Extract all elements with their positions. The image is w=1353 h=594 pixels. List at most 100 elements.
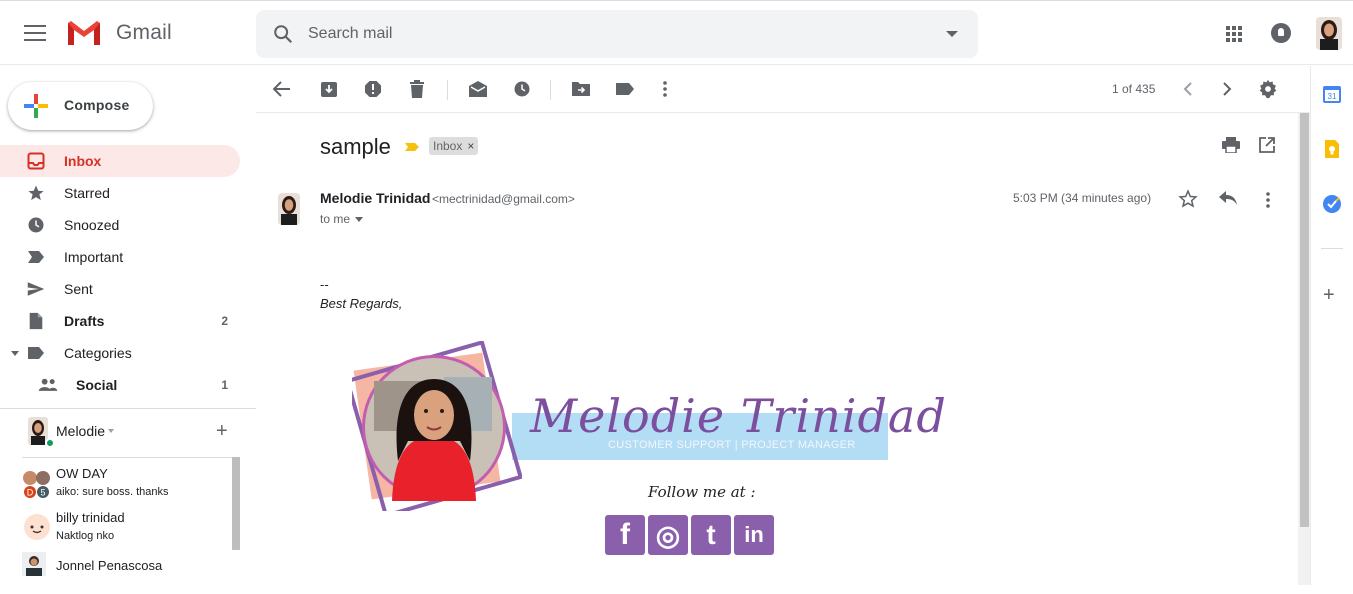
keep-icon[interactable]: [1322, 139, 1342, 159]
hangouts-chat-list: D 5 OW DAY aiko: sure boss. thanks billy…: [22, 457, 240, 585]
contact-avatar: [22, 512, 52, 542]
signature-name: Melodie Trinidad: [530, 389, 947, 443]
calendar-icon[interactable]: 31: [1322, 84, 1342, 104]
email-subject: sample: [320, 134, 391, 159]
gmail-m-icon: [68, 21, 100, 45]
chat-item[interactable]: billy trinidad Naktlog nko: [22, 504, 232, 548]
gmail-logo[interactable]: Gmail: [66, 19, 172, 47]
report-spam-icon[interactable]: [363, 79, 383, 99]
labels-icon[interactable]: [615, 79, 635, 99]
sender-name[interactable]: Melodie Trinidad: [320, 190, 430, 206]
settings-gear-icon[interactable]: [1258, 79, 1278, 99]
nav-list: Inbox Starred Snoozed Important Sent Dra…: [0, 145, 240, 401]
nav-item-inbox[interactable]: Inbox: [0, 145, 240, 177]
move-to-icon[interactable]: [571, 79, 591, 99]
nav-item-starred[interactable]: Starred: [0, 177, 240, 209]
important-marker-icon[interactable]: [404, 142, 420, 152]
app-name: Gmail: [116, 21, 172, 44]
toolbar-separator: [550, 80, 551, 100]
svg-text:D: D: [27, 488, 34, 498]
clock-icon: [26, 215, 46, 235]
more-options-icon[interactable]: [655, 79, 675, 99]
nav-label: Snoozed: [64, 217, 120, 233]
compose-plus-icon: [24, 94, 48, 118]
status-dropdown-icon[interactable]: [108, 429, 114, 433]
toolbar-separator: [447, 80, 448, 100]
back-arrow-icon[interactable]: [272, 79, 292, 99]
notifications-icon[interactable]: [1271, 23, 1291, 43]
message-more-icon[interactable]: [1266, 192, 1270, 208]
search-options-icon[interactable]: [946, 31, 958, 37]
online-status-icon: [45, 438, 55, 448]
message-view: sample Inbox × Melodie Trinidad <mectrin…: [256, 113, 1298, 585]
search-bar[interactable]: [256, 10, 978, 58]
archive-icon[interactable]: [319, 79, 339, 99]
expand-arrow-icon[interactable]: [11, 351, 19, 356]
nav-item-drafts[interactable]: Drafts 2: [0, 305, 240, 337]
chat-list-scrollbar[interactable]: [232, 457, 240, 550]
chat-item[interactable]: Jonnel Penascosa: [22, 550, 232, 594]
twitter-icon[interactable]: t: [691, 515, 731, 555]
search-icon[interactable]: [272, 23, 294, 45]
compose-label: Compose: [64, 97, 130, 113]
tasks-icon[interactable]: [1322, 194, 1342, 214]
signature-photo: [344, 339, 524, 519]
email-signature: Melodie Trinidad CUSTOMER SUPPORT | PROJ…: [344, 339, 946, 571]
snooze-icon[interactable]: [512, 79, 532, 99]
reply-icon[interactable]: [1218, 189, 1238, 207]
delete-icon[interactable]: [407, 79, 427, 99]
mark-unread-icon[interactable]: [468, 79, 488, 99]
hangouts-user-name[interactable]: Melodie: [56, 423, 105, 439]
print-icon[interactable]: [1222, 137, 1240, 153]
get-addons-icon[interactable]: +: [1323, 284, 1335, 307]
chat-name: billy trinidad: [56, 510, 125, 525]
nav-label: Starred: [64, 185, 110, 201]
nav-item-social[interactable]: Social 1: [0, 369, 240, 401]
rail-separator: [1321, 248, 1343, 249]
message-scrollbar[interactable]: [1298, 113, 1310, 585]
svg-text:5: 5: [40, 488, 45, 498]
chat-name: OW DAY: [56, 466, 108, 481]
chat-message: Naktlog nko: [56, 530, 115, 542]
label-chip-text: Inbox: [433, 139, 463, 153]
nav-label: Drafts: [64, 313, 105, 329]
recipient-caret-icon[interactable]: [355, 217, 364, 223]
side-panel-rail: 31 +: [1310, 66, 1353, 585]
message-toolbar: 1 of 435: [256, 66, 1310, 113]
scrollbar-thumb[interactable]: [1300, 113, 1309, 527]
nav-label: Sent: [64, 281, 93, 297]
new-conversation-icon[interactable]: +: [216, 420, 228, 443]
signature-follow-text: Follow me at :: [648, 483, 756, 501]
nav-label: Important: [64, 249, 124, 265]
star-icon[interactable]: [1178, 189, 1198, 209]
remove-label-icon[interactable]: ×: [467, 139, 474, 153]
nav-item-categories[interactable]: Categories: [0, 337, 240, 369]
inbox-icon: [26, 151, 46, 171]
star-icon: [26, 183, 46, 203]
nav-item-snoozed[interactable]: Snoozed: [0, 209, 240, 241]
signature-separator: --: [320, 277, 329, 292]
main-menu-icon[interactable]: [24, 25, 46, 41]
chat-name: Jonnel Penascosa: [56, 558, 163, 573]
open-new-window-icon[interactable]: [1259, 137, 1275, 153]
signature-title: CUSTOMER SUPPORT | PROJECT MANAGER: [608, 439, 856, 451]
hangouts-header: Melodie +: [0, 410, 256, 456]
nav-count: 1: [221, 378, 228, 392]
account-avatar[interactable]: [1316, 17, 1342, 50]
nav-label: Inbox: [64, 153, 102, 169]
nav-item-sent[interactable]: Sent: [0, 273, 240, 305]
chat-item[interactable]: D 5 OW DAY aiko: sure boss. thanks: [22, 460, 232, 504]
facebook-icon[interactable]: f: [605, 515, 645, 555]
newer-chevron-icon[interactable]: [1178, 79, 1198, 99]
nav-item-important[interactable]: Important: [0, 241, 240, 273]
main-panel: 1 of 435 sample Inbox × Melodie Trinidad…: [256, 66, 1310, 585]
apps-grid-icon[interactable]: [1226, 26, 1242, 42]
instagram-icon[interactable]: ◎: [648, 515, 688, 555]
linkedin-icon[interactable]: in: [734, 515, 774, 555]
sender-avatar[interactable]: [278, 193, 300, 225]
compose-button[interactable]: Compose: [8, 82, 153, 130]
recipient-details-toggle[interactable]: to me: [320, 212, 364, 226]
older-chevron-icon[interactable]: [1217, 79, 1237, 99]
nav-count: 2: [221, 314, 228, 328]
search-input[interactable]: [308, 22, 908, 46]
